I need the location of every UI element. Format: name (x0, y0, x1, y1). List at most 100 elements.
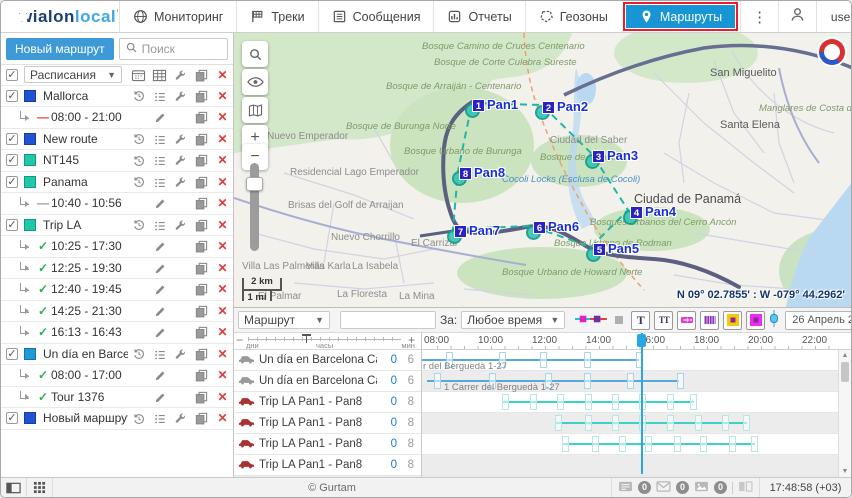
striped-band-button[interactable] (700, 311, 719, 330)
copy-icon[interactable] (191, 196, 212, 210)
history-icon[interactable] (128, 153, 149, 168)
date-input[interactable]: 26 Апрель 2018 00:00 (785, 311, 852, 330)
pencil-icon[interactable] (149, 196, 170, 210)
route-row[interactable]: ✓Panama✕ (1, 172, 233, 194)
copy-icon[interactable] (191, 110, 212, 124)
zoom-slider-handle[interactable] (246, 177, 263, 191)
list-icon[interactable] (149, 175, 170, 189)
more-menu-button[interactable]: ⋮ (740, 1, 778, 32)
delete-icon[interactable]: ✕ (212, 411, 233, 425)
schedule-row[interactable]: ✓12:25 - 19:30✕ (1, 258, 233, 280)
route-checkbox[interactable]: ✓ (6, 348, 18, 360)
magenta-marker-button[interactable] (746, 311, 765, 330)
timeline-route-row[interactable]: Un día en Barcelona Carrer del Ber06 (234, 371, 421, 392)
delete-icon[interactable]: ✕ (212, 282, 233, 296)
checkpoint-arrow-button[interactable] (677, 311, 696, 330)
route-row[interactable]: ✓New route✕ (1, 129, 233, 151)
route-row[interactable]: ✓Trip LA✕ (1, 215, 233, 237)
wrench-icon[interactable] (170, 153, 191, 167)
time-cursor[interactable] (641, 333, 643, 474)
copy-icon[interactable] (191, 132, 212, 146)
tab-reports[interactable]: Отчеты (433, 1, 524, 32)
route-search-input[interactable] (340, 311, 436, 329)
pencil-icon[interactable] (149, 261, 170, 275)
username[interactable]: user (816, 1, 852, 32)
map-area[interactable]: Bosque Camino de Cruces CentenarioBosque… (234, 33, 852, 307)
list-icon[interactable] (149, 89, 170, 103)
delete-icon[interactable]: ✕ (212, 261, 233, 275)
schedule-row[interactable]: ✓14:25 - 21:30✕ (1, 301, 233, 323)
timeline-route-row[interactable]: Trip LA Pan1 - Pan808 (234, 392, 421, 413)
schedule-row[interactable]: —10:40 - 10:56✕ (1, 193, 233, 215)
wrench-icon[interactable] (170, 68, 191, 82)
wrench-icon[interactable] (170, 411, 191, 425)
delete-icon[interactable]: ✕ (212, 325, 233, 339)
apps-grid-button[interactable] (27, 478, 53, 497)
history-icon[interactable] (128, 346, 149, 361)
pencil-icon[interactable] (149, 368, 170, 382)
pencil-icon[interactable] (149, 325, 170, 339)
scroll-up-icon[interactable]: ▲ (839, 352, 851, 359)
delete-icon[interactable]: ✕ (212, 68, 233, 82)
schedule-row[interactable]: ✓16:13 - 16:43✕ (1, 322, 233, 344)
route-checkbox[interactable]: ✓ (6, 90, 18, 102)
scroll-thumb[interactable] (841, 362, 849, 382)
chart-scrollbar[interactable]: ▲ ▼ (838, 350, 851, 477)
wrench-icon[interactable] (170, 347, 191, 361)
timeline-route-row[interactable]: Trip LA Pan1 - Pan808 (234, 434, 421, 455)
pencil-icon[interactable] (149, 282, 170, 296)
select-all-checkbox[interactable]: ✓ (6, 69, 18, 81)
delete-icon[interactable]: ✕ (212, 368, 233, 382)
tab-geofences[interactable]: Геозоны (525, 1, 621, 32)
copy-icon[interactable] (191, 390, 212, 404)
history-icon[interactable] (128, 88, 149, 103)
route-row[interactable]: ✓Новый маршрут✕ (1, 408, 233, 430)
timeline-zoom-slider[interactable]: − + дни часы мин. (234, 333, 421, 350)
pencil-icon[interactable] (149, 304, 170, 318)
pencil-icon[interactable] (149, 390, 170, 404)
schedule-row[interactable]: ✓Tour 1376✕ (1, 387, 233, 409)
route-checkbox[interactable]: ✓ (6, 412, 18, 424)
copy-icon[interactable] (191, 218, 212, 232)
delete-icon[interactable]: ✕ (212, 304, 233, 318)
route-row[interactable]: ✓NT145✕ (1, 150, 233, 172)
user-menu-button[interactable] (778, 1, 816, 32)
delete-icon[interactable]: ✕ (212, 175, 233, 189)
list-icon[interactable] (149, 153, 170, 167)
copy-icon[interactable] (191, 368, 212, 382)
route-filter-dropdown[interactable]: Маршрут▼ (238, 311, 330, 329)
delete-icon[interactable]: ✕ (212, 239, 233, 253)
list-icon[interactable] (149, 347, 170, 361)
scroll-down-icon[interactable]: ▼ (839, 468, 851, 475)
delete-icon[interactable]: ✕ (212, 110, 233, 124)
delete-icon[interactable]: ✕ (212, 218, 233, 232)
list-icon[interactable] (149, 411, 170, 425)
new-route-button[interactable]: Новый маршрут (6, 38, 114, 60)
search-box[interactable]: Поиск (119, 38, 228, 60)
timeline-route-row[interactable]: Un día en Barcelona Carrer del Ber06 (234, 350, 421, 371)
zoom-minus[interactable]: − (236, 333, 243, 347)
yellow-marker-button[interactable] (723, 311, 742, 330)
zoom-slider-handle[interactable] (302, 334, 311, 342)
table-icon[interactable] (149, 68, 170, 82)
delete-icon[interactable]: ✕ (212, 390, 233, 404)
history-icon[interactable] (128, 411, 149, 426)
text-mode-double-button[interactable]: TT (654, 311, 673, 330)
history-icon[interactable] (128, 217, 149, 232)
interval-dropdown[interactable]: Любое время▼ (461, 311, 565, 329)
zoom-slider[interactable] (250, 163, 259, 251)
route-row[interactable]: ✓Mallorca✕ (1, 86, 233, 108)
copy-icon[interactable] (191, 153, 212, 167)
wrench-icon[interactable] (170, 218, 191, 232)
map-visibility-button[interactable] (242, 69, 268, 95)
list-icon[interactable] (149, 218, 170, 232)
tab-messages[interactable]: Сообщения (318, 1, 434, 32)
copy-icon[interactable] (191, 325, 212, 339)
media-icon[interactable] (694, 481, 709, 495)
notice-icon[interactable] (618, 481, 633, 495)
route-checkbox[interactable]: ✓ (6, 154, 18, 166)
pencil-icon[interactable] (149, 239, 170, 253)
tab-globe[interactable]: Мониторинг (119, 1, 236, 32)
copy-icon[interactable] (191, 239, 212, 253)
wrench-icon[interactable] (170, 175, 191, 189)
